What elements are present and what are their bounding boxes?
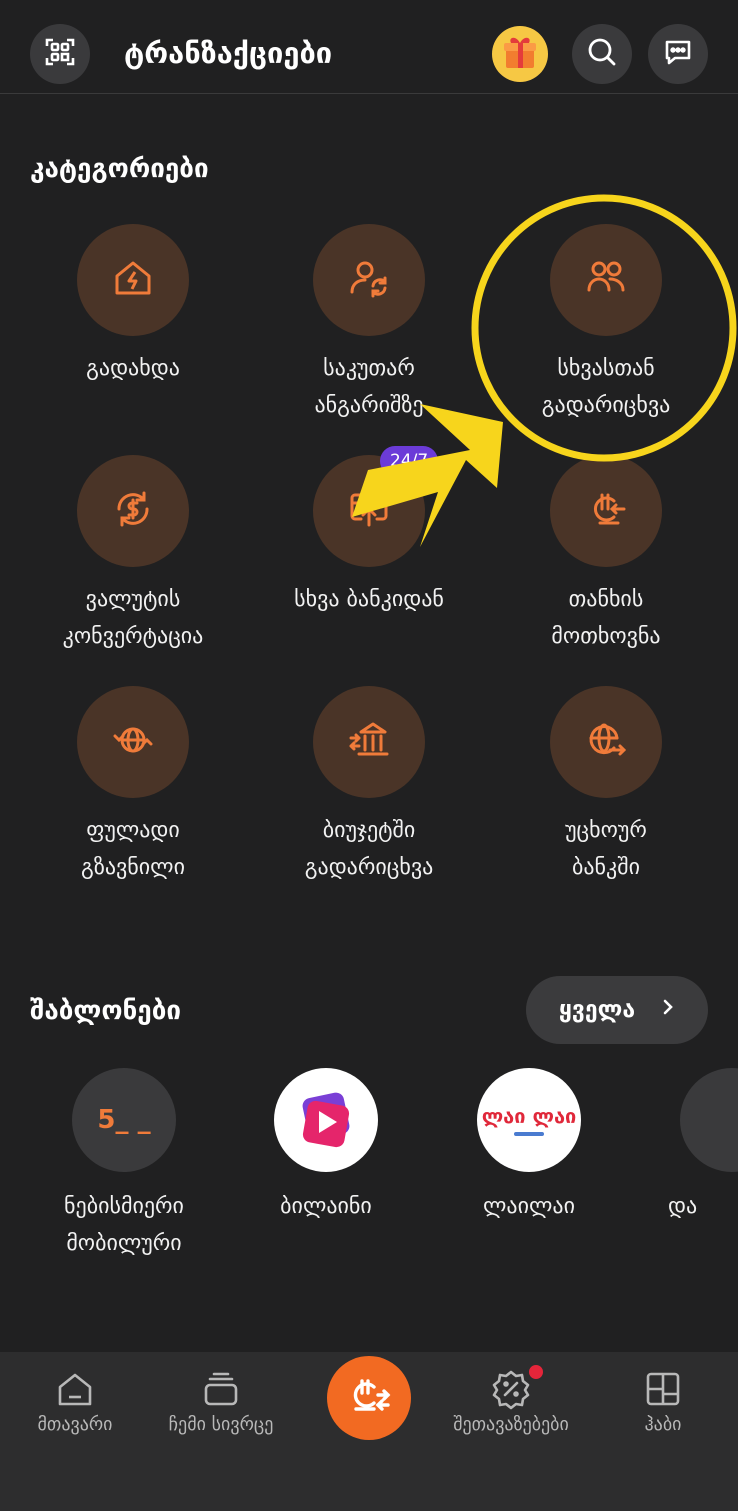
category-icon-circle [313, 686, 425, 798]
bank-transfer-icon [347, 718, 391, 766]
nav-label: შეთავაზებები [453, 1414, 569, 1435]
category-label: ბიუჯეტში გადარიცხვა [304, 818, 434, 880]
template-any-mobile[interactable]: 5_ _ ნებისმიერი მობილური [24, 1068, 224, 1262]
category-transfer-to-others[interactable]: სხვასთან გადარიცხვა [488, 224, 724, 424]
nav-offers[interactable]: შეთავაზებები [436, 1352, 586, 1435]
category-icon-circle [313, 224, 425, 336]
template-label: და [668, 1194, 698, 1219]
lailai-logo-text: ლაი ლაი [481, 1104, 577, 1128]
search-button[interactable] [572, 24, 632, 84]
globe-transfer-icon [111, 718, 155, 766]
category-label: სხვასთან გადარიცხვა [541, 356, 671, 418]
template-partial[interactable]: და [630, 1068, 738, 1225]
mobile-logo-text: 5_ _ [97, 1105, 151, 1135]
nav-label: მთავარი [37, 1414, 113, 1435]
user-transfer-icon [347, 256, 391, 304]
nav-label: ჰაბი [644, 1414, 682, 1435]
stack-icon [146, 1366, 296, 1412]
lari-transfer-icon [346, 1373, 392, 1423]
category-label: გადახდა [86, 356, 180, 381]
category-label: უცხოურ ბანკში [565, 818, 647, 880]
page-title: ტრანზაქციები [124, 36, 333, 70]
notification-dot [526, 1362, 546, 1382]
template-label: ლაილაი [483, 1194, 575, 1219]
lailai-logo-mark [514, 1132, 544, 1136]
template-label: ნებისმიერი მობილური [64, 1194, 184, 1256]
currency-exchange-icon [111, 487, 155, 535]
category-icon-circle [77, 455, 189, 567]
chat-icon [662, 36, 694, 72]
lari-request-icon [584, 487, 628, 535]
badge-24-7: 24/7 [380, 446, 439, 476]
category-icon-circle [77, 224, 189, 336]
beeline-play-logo [274, 1068, 378, 1172]
nav-home[interactable]: მთავარი [0, 1352, 150, 1435]
house-bolt-icon [111, 256, 155, 304]
category-label: სხვა ბანკიდან [294, 587, 444, 612]
chevron-right-icon [661, 997, 675, 1023]
category-label: ვალუტის კონვერტაცია [62, 587, 204, 649]
template-partial-clip: და [628, 1068, 738, 1268]
nav-transactions-button[interactable] [327, 1356, 411, 1440]
qr-scan-icon [44, 36, 76, 72]
category-label: თანხის მოთხოვნა [551, 587, 661, 649]
lailai-logo: ლაი ლაი [477, 1068, 581, 1172]
template-label: ბილაინი [280, 1194, 372, 1219]
category-currency-conversion[interactable]: ვალუტის კონვერტაცია [15, 455, 251, 655]
nav-my-space[interactable]: ჩემი სივრცე [146, 1352, 296, 1435]
grid-icon [588, 1366, 738, 1412]
category-own-account[interactable]: საკუთარ ანგარიშზე [251, 224, 487, 424]
gift-button[interactable] [492, 26, 548, 82]
home-icon [0, 1366, 150, 1412]
template-beeline[interactable]: ბილაინი [226, 1068, 426, 1225]
card-upload-icon [347, 487, 391, 535]
users-icon [584, 256, 628, 304]
category-foreign-bank[interactable]: უცხოურ ბანკში [488, 686, 724, 886]
category-from-other-bank[interactable]: სხვა ბანკიდან [251, 455, 487, 618]
header: ტრანზაქციები [0, 0, 738, 94]
partial-logo [680, 1068, 738, 1172]
category-label: ფულადი გზავნილი [81, 818, 185, 880]
search-icon [586, 36, 618, 72]
qr-scan-button[interactable] [30, 24, 90, 84]
category-icon-circle [77, 686, 189, 798]
category-icon-circle [550, 455, 662, 567]
category-label: საკუთარ ანგარიშზე [314, 356, 424, 418]
category-money-request[interactable]: თანხის მოთხოვნა [488, 455, 724, 655]
discount-badge-icon [436, 1366, 586, 1412]
nav-label: ჩემი სივრცე [168, 1414, 274, 1435]
view-all-label: ყველა [558, 997, 636, 1023]
gift-icon [500, 32, 540, 76]
category-money-transfer[interactable]: ფულადი გზავნილი [15, 686, 251, 886]
category-icon-circle [550, 224, 662, 336]
category-icon-circle [550, 686, 662, 798]
view-all-button[interactable]: ყველა [526, 976, 708, 1044]
templates-title: შაბლონები [30, 996, 182, 1026]
category-budget-transfer[interactable]: ბიუჯეტში გადარიცხვა [251, 686, 487, 886]
template-lailai[interactable]: ლაი ლაი ლაილაი [429, 1068, 629, 1225]
chat-button[interactable] [648, 24, 708, 84]
categories-title: კატეგორიები [30, 154, 209, 184]
globe-arrow-icon [584, 718, 628, 766]
mobile-logo: 5_ _ [72, 1068, 176, 1172]
nav-hub[interactable]: ჰაბი [588, 1352, 738, 1435]
category-payment[interactable]: გადახდა [15, 224, 251, 387]
